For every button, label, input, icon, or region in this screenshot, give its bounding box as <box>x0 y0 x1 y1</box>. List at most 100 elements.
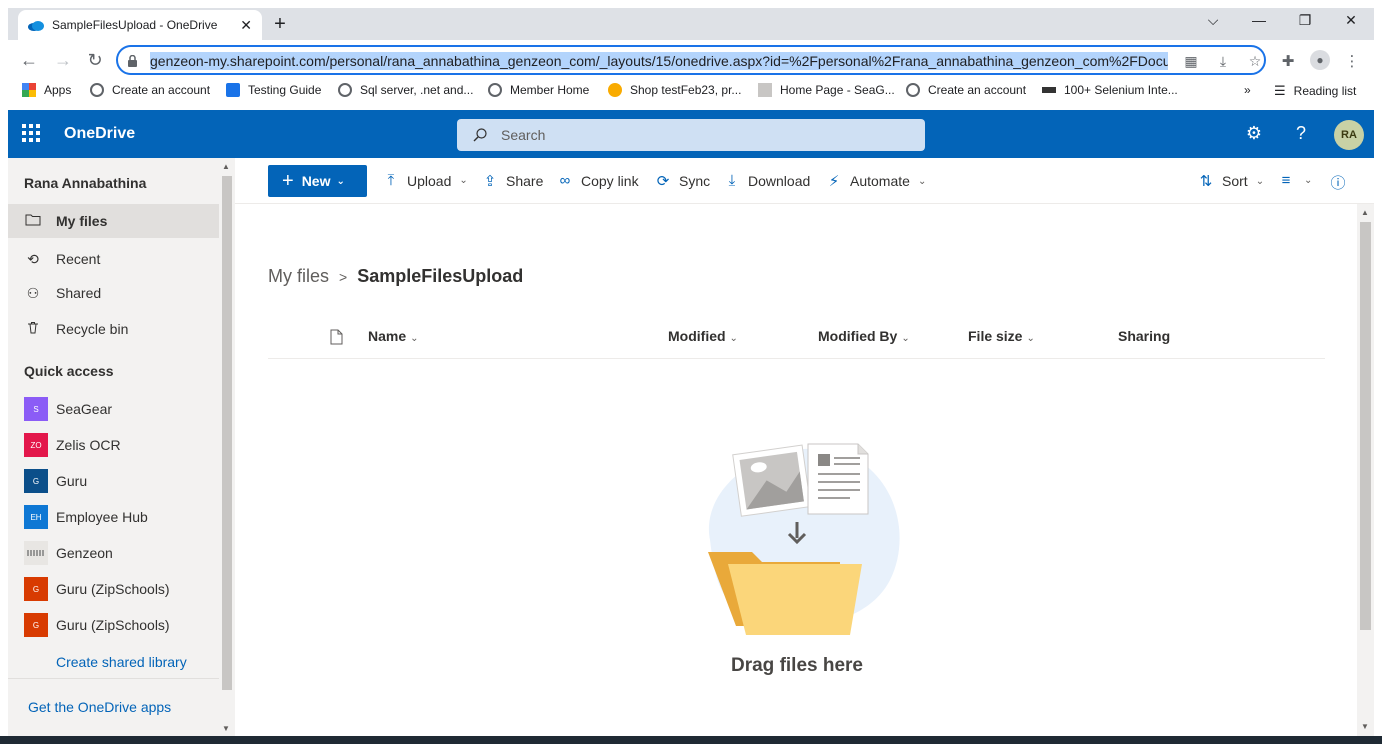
sync-icon: ⟳ <box>656 173 670 190</box>
user-name: Rana Annabathina <box>24 175 147 191</box>
extensions-icon[interactable]: ✚ <box>1278 52 1298 70</box>
scroll-down-icon[interactable]: ▼ <box>1361 722 1369 731</box>
sort-icon: ⇅ <box>1199 173 1213 190</box>
quick-access-item[interactable]: G Guru <box>24 469 87 493</box>
page-title[interactable]: SampleFilesUpload <box>357 266 523 287</box>
avatar[interactable]: RA <box>1334 120 1364 150</box>
help-icon[interactable]: ? <box>1290 123 1312 144</box>
bookmark-shop[interactable]: Shop testFeb23, pr... <box>608 83 741 97</box>
recycle-bin-icon <box>24 321 42 337</box>
site-badge-icon: ZO <box>24 433 48 457</box>
chevron-down-icon: ⌄ <box>729 333 738 344</box>
quick-access-item[interactable]: ZO Zelis OCR <box>24 433 121 457</box>
column-sharing[interactable]: Sharing <box>1118 328 1170 344</box>
bookmark-member-home[interactable]: Member Home <box>488 83 589 97</box>
nav-item-recent[interactable]: ⟲ Recent <box>8 242 219 276</box>
sync-button[interactable]: ⟳ Sync <box>655 172 710 190</box>
nav-scroll-thumb[interactable] <box>222 176 232 690</box>
nav-item-recycle-bin[interactable]: Recycle bin <box>8 312 219 346</box>
forward-button[interactable]: → <box>52 50 74 70</box>
address-bar[interactable]: genzeon-my.sharepoint.com/personal/rana_… <box>116 45 1266 75</box>
menu-kebab-icon[interactable]: ⋮ <box>1342 52 1362 70</box>
copy-link-button[interactable]: ∞ Copy link <box>557 172 639 189</box>
info-button[interactable]: ⓘ <box>1330 172 1354 193</box>
people-icon: ⚇ <box>26 284 40 301</box>
apps-grid-icon <box>22 83 36 97</box>
bookmark-star-icon[interactable]: ☆ <box>1246 53 1264 70</box>
maximize-button[interactable]: ❐ <box>1290 12 1320 29</box>
breadcrumb: My files > SampleFilesUpload <box>268 266 523 287</box>
nav-scrollbar[interactable]: ▲ ▼ <box>219 158 235 744</box>
quick-access-item[interactable]: G Guru (ZipSchools) <box>24 613 170 637</box>
command-bar: + New ⌄ ⤒ Upload ⌄ ⇪ Share ∞ Copy link ⟳… <box>235 158 1374 204</box>
minimize-button[interactable]: — <box>1244 12 1274 28</box>
quick-access-item[interactable]: G Guru (ZipSchools) <box>24 577 170 601</box>
search-placeholder: Search <box>501 127 546 143</box>
bookmark-create-account[interactable]: Create an account <box>90 83 210 97</box>
app-launcher-icon[interactable] <box>22 124 40 142</box>
chevron-down-icon: ⌄ <box>901 333 910 344</box>
suite-header: OneDrive Search ⚙ ? RA <box>8 110 1374 158</box>
create-shared-library-link[interactable]: Create shared library <box>56 654 187 670</box>
bookmark-apps[interactable]: Apps <box>22 83 71 97</box>
scroll-up-icon[interactable]: ▲ <box>1361 208 1369 217</box>
bookmark-create-account-2[interactable]: Create an account <box>906 83 1026 97</box>
quick-access-item[interactable]: Genzeon <box>24 541 113 565</box>
download-button[interactable]: ⤓ Download <box>724 172 811 189</box>
bookmarks-overflow-button[interactable]: » <box>1244 83 1251 97</box>
url-text[interactable]: genzeon-my.sharepoint.com/personal/rana_… <box>150 52 1168 70</box>
new-button[interactable]: + New ⌄ <box>268 165 367 197</box>
automate-button[interactable]: ⚡ Automate ⌄ <box>826 172 927 190</box>
reload-button[interactable]: ↻ <box>84 50 106 70</box>
file-type-icon[interactable] <box>330 329 343 345</box>
quick-access-item[interactable]: S SeaGear <box>24 397 112 421</box>
bookmark-home-page[interactable]: Home Page - SeaG... <box>758 83 895 97</box>
site-badge-icon: G <box>24 577 48 601</box>
upload-button[interactable]: ⤒ Upload ⌄ <box>383 172 468 189</box>
site-badge-icon: EH <box>24 505 48 529</box>
column-modified[interactable]: Modified ⌄ <box>668 328 738 344</box>
column-modified-by[interactable]: Modified By ⌄ <box>818 328 910 344</box>
nav-item-my-files[interactable]: My files <box>8 204 219 238</box>
reading-list-button[interactable]: ☰ Reading list <box>1274 83 1356 99</box>
settings-gear-icon[interactable]: ⚙ <box>1243 123 1265 144</box>
chevron-down-icon: ⌄ <box>1026 333 1035 344</box>
scroll-down-icon[interactable]: ▼ <box>222 724 230 733</box>
quick-access-item[interactable]: EH Employee Hub <box>24 505 148 529</box>
browser-toolbar: ← → ↻ genzeon-my.sharepoint.com/personal… <box>8 40 1374 80</box>
share-button[interactable]: ⇪ Share <box>482 172 544 190</box>
folder-icon <box>24 213 42 229</box>
search-box[interactable]: Search <box>457 119 925 151</box>
bookmark-sql-server[interactable]: Sql server, .net and... <box>338 83 473 97</box>
profile-icon[interactable]: ● <box>1310 50 1330 70</box>
scroll-up-icon[interactable]: ▲ <box>222 162 230 171</box>
view-options-button[interactable]: ≡ ⌄ <box>1278 172 1313 189</box>
tab-close-icon[interactable]: ✕ <box>240 17 252 34</box>
close-window-button[interactable]: ✕ <box>1336 12 1366 29</box>
search-icon <box>473 128 487 142</box>
bookmark-testing-guide[interactable]: Testing Guide <box>226 83 321 97</box>
new-tab-button[interactable]: + <box>270 14 290 34</box>
qr-code-icon[interactable]: ▦ <box>1182 53 1200 70</box>
info-icon: ⓘ <box>1330 175 1346 192</box>
bookmark-selenium[interactable]: 100+ Selenium Inte... <box>1042 83 1178 97</box>
os-taskbar <box>0 736 1382 744</box>
browser-tab[interactable]: SampleFilesUpload - OneDrive ✕ <box>18 10 262 40</box>
nav-item-shared[interactable]: ⚇ Shared <box>8 276 219 310</box>
install-icon[interactable]: ⤓ <box>1214 53 1232 70</box>
page-icon <box>758 83 772 97</box>
screen: SampleFilesUpload - OneDrive ✕ + ⌵ — ❐ ✕… <box>0 0 1382 744</box>
content-scroll-thumb[interactable] <box>1360 222 1371 630</box>
app-name[interactable]: OneDrive <box>64 125 135 143</box>
get-apps-link[interactable]: Get the OneDrive apps <box>28 699 171 715</box>
content-scrollbar[interactable]: ▲ ▼ <box>1357 204 1374 744</box>
back-button[interactable]: ← <box>18 50 40 70</box>
sort-button[interactable]: ⇅ Sort ⌄ <box>1198 172 1264 190</box>
tab-search-icon[interactable]: ⌵ <box>1198 12 1228 29</box>
onedrive-cloud-icon <box>28 20 44 31</box>
automate-icon: ⚡ <box>828 173 840 190</box>
column-file-size[interactable]: File size ⌄ <box>968 328 1035 344</box>
lock-icon <box>128 54 137 67</box>
breadcrumb-my-files[interactable]: My files <box>268 266 329 287</box>
column-name[interactable]: Name ⌄ <box>368 328 419 344</box>
